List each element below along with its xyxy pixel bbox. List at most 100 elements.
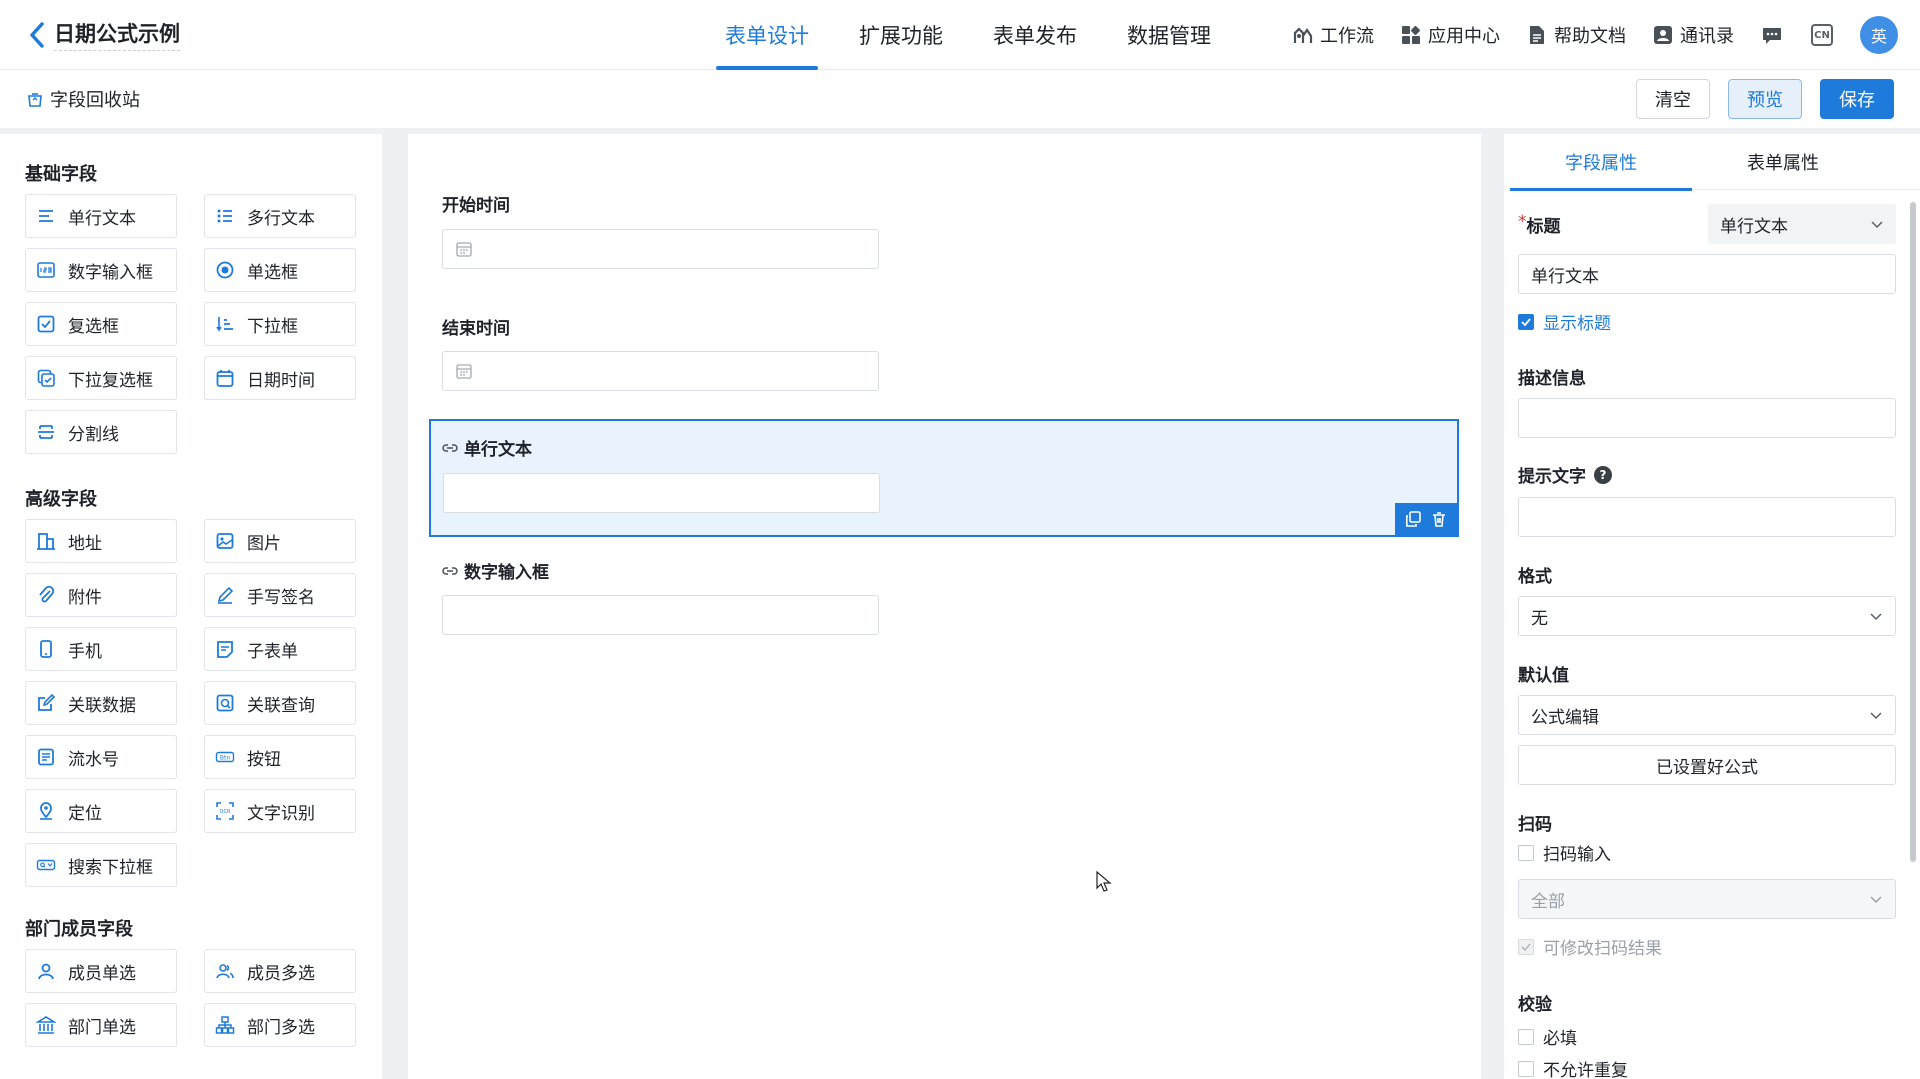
number-input[interactable] [442, 595, 879, 635]
single-text-input[interactable] [443, 473, 880, 513]
location-pin-icon [34, 799, 58, 823]
field-location[interactable]: 定位 [25, 789, 177, 833]
field-image[interactable]: 图片 [204, 519, 356, 563]
field-single-text[interactable]: 单行文本 [25, 194, 177, 238]
field-radio[interactable]: 单选框 [204, 248, 356, 292]
field-signature[interactable]: 手写签名 [204, 573, 356, 617]
formula-button[interactable]: 已设置好公式 [1518, 745, 1896, 785]
properties-scrollbar[interactable] [1910, 202, 1916, 862]
institution-icon [34, 1013, 58, 1037]
language-button[interactable]: CN [1810, 23, 1834, 47]
format-select[interactable]: 无 [1518, 596, 1896, 636]
save-button[interactable]: 保存 [1820, 79, 1894, 119]
checkbox-icon [34, 312, 58, 336]
ocr-scan-icon: OCR [213, 799, 237, 823]
title-prop-label: * 标题 [1518, 212, 1561, 237]
checkbox-checked [1518, 313, 1534, 330]
field-serial-number[interactable]: 流水号 [25, 735, 177, 779]
field-attachment[interactable]: 附件 [25, 573, 177, 617]
number-input-icon [34, 258, 58, 282]
field-label: 单行文本 [68, 208, 136, 229]
user-avatar[interactable]: 英 [1860, 16, 1898, 54]
field-member-single[interactable]: 成员单选 [25, 949, 177, 993]
app-center-link[interactable]: 应用中心 [1400, 22, 1500, 48]
default-value: 公式编辑 [1531, 707, 1599, 728]
field-datetime[interactable]: 日期时间 [204, 356, 356, 400]
field-dept-multi[interactable]: 部门多选 [204, 1003, 356, 1047]
title-input[interactable]: 单行文本 [1518, 254, 1896, 294]
field-dropdown-multi[interactable]: 下拉复选框 [25, 356, 177, 400]
field-label: 地址 [68, 533, 102, 554]
field-member-multi[interactable]: 成员多选 [204, 949, 356, 993]
default-value-label: 默认值 [1518, 666, 1569, 686]
copy-icon[interactable] [1404, 510, 1422, 528]
end-time-label: 结束时间 [442, 319, 510, 339]
tab-form-design[interactable]: 表单设计 [700, 0, 834, 70]
contacts-label: 通讯录 [1680, 26, 1734, 47]
start-time-input[interactable] [442, 229, 879, 269]
tab-field-properties[interactable]: 字段属性 [1510, 134, 1692, 191]
no-duplicate-checkbox[interactable]: 不允许重复 [1518, 1056, 1628, 1079]
search-document-icon [213, 691, 237, 715]
serial-number-icon [34, 745, 58, 769]
field-button[interactable]: Btn 按钮 [204, 735, 356, 779]
tab-extensions[interactable]: 扩展功能 [834, 0, 968, 70]
hint-input[interactable] [1518, 497, 1896, 537]
field-subform[interactable]: 子表单 [204, 627, 356, 671]
field-number-input[interactable]: 数字输入框 [25, 248, 177, 292]
scan-input-checkbox[interactable]: 扫码输入 [1518, 840, 1611, 865]
single-text-label-text: 单行文本 [464, 440, 532, 460]
search-select-icon [34, 853, 58, 877]
help-docs-link[interactable]: 帮助文档 [1526, 22, 1626, 48]
field-phone[interactable]: 手机 [25, 627, 177, 671]
trash-icon[interactable] [1430, 510, 1448, 528]
workflow-link[interactable]: 工作流 [1292, 22, 1374, 48]
scan-label: 扫码 [1518, 815, 1552, 835]
checkbox-unchecked [1518, 844, 1534, 861]
hint-label: 提示文字 ? [1518, 462, 1612, 487]
clear-button[interactable]: 清空 [1636, 79, 1710, 119]
field-ocr[interactable]: OCR 文字识别 [204, 789, 356, 833]
field-dept-single[interactable]: 部门单选 [25, 1003, 177, 1047]
scan-editable-checkbox[interactable]: 可修改扫码结果 [1518, 934, 1662, 959]
tab-data-management[interactable]: 数据管理 [1102, 0, 1236, 70]
hint-label-text: 提示文字 [1518, 467, 1586, 487]
default-value-select[interactable]: 公式编辑 [1518, 695, 1896, 735]
field-linked-data[interactable]: 关联数据 [25, 681, 177, 725]
show-title-checkbox[interactable]: 显示标题 [1518, 309, 1611, 334]
required-checkbox[interactable]: 必填 [1518, 1024, 1577, 1049]
back-button[interactable]: 日期公式示例 [26, 18, 180, 51]
selected-field-block[interactable]: 单行文本 [429, 419, 1459, 537]
sub-toolbar: 字段回收站 清空 预览 保存 [0, 70, 1920, 128]
field-recycle-bin-link[interactable]: 字段回收站 [26, 86, 140, 112]
chevron-down-icon [1870, 896, 1882, 904]
title-type-select[interactable]: 单行文本 [1708, 204, 1896, 244]
workflow-label: 工作流 [1320, 26, 1374, 47]
contacts-link[interactable]: 通讯录 [1652, 22, 1734, 48]
field-linked-query[interactable]: 关联查询 [204, 681, 356, 725]
field-address[interactable]: 地址 [25, 519, 177, 563]
scan-scope-select[interactable]: 全部 [1518, 879, 1896, 919]
field-search-dropdown[interactable]: 搜索下拉框 [25, 843, 177, 887]
field-divider[interactable]: 分割线 [25, 410, 177, 454]
field-checkbox[interactable]: 复选框 [25, 302, 177, 346]
field-dropdown[interactable]: 下拉框 [204, 302, 356, 346]
tab-form-properties[interactable]: 表单属性 [1692, 134, 1874, 190]
description-input[interactable] [1518, 398, 1896, 438]
chevron-down-icon [1870, 613, 1882, 621]
preview-button[interactable]: 预览 [1728, 79, 1802, 119]
properties-tabs: 字段属性 表单属性 [1510, 134, 1920, 191]
help-icon[interactable]: ? [1594, 465, 1612, 484]
recycle-bin-icon [28, 93, 42, 107]
chevron-left-icon [30, 21, 44, 48]
calendar-icon [456, 242, 472, 257]
field-multi-text[interactable]: 多行文本 [204, 194, 356, 238]
tab-form-publish[interactable]: 表单发布 [968, 0, 1102, 70]
message-button[interactable] [1760, 23, 1784, 47]
field-label: 成员单选 [68, 963, 136, 984]
field-label: 文字识别 [247, 803, 315, 824]
description-label: 描述信息 [1518, 369, 1586, 389]
field-label: 定位 [68, 803, 102, 824]
end-time-input[interactable] [442, 351, 879, 391]
org-chart-icon [213, 1013, 237, 1037]
